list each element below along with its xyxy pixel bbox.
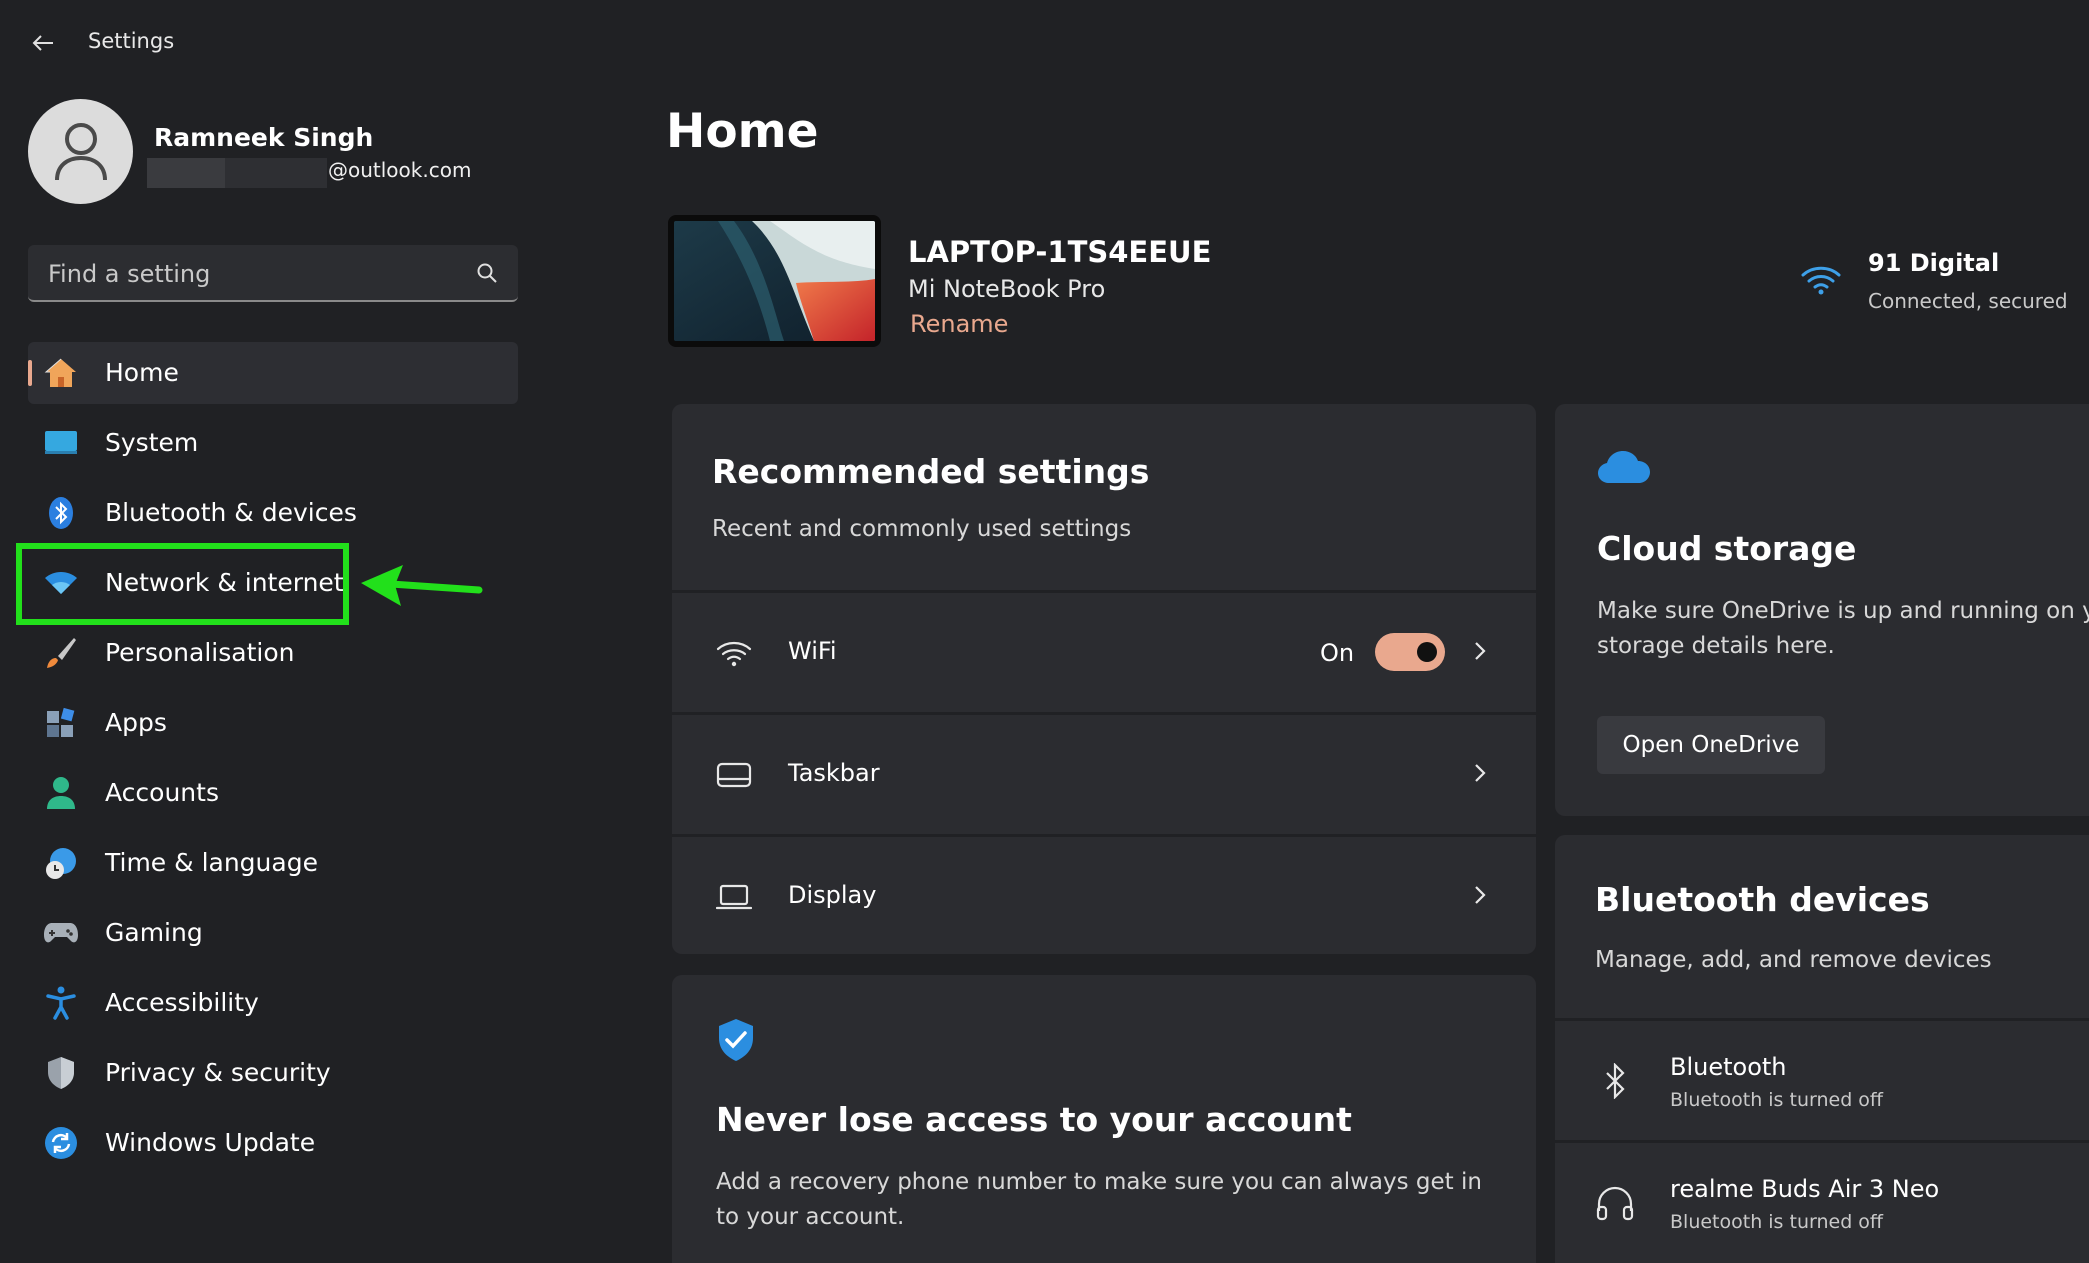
sidebar-item-accessibility[interactable]: Accessibility	[28, 972, 518, 1034]
row-label: Display	[788, 881, 877, 909]
taskbar-icon	[714, 755, 754, 795]
device-name: Bluetooth	[1670, 1053, 1787, 1081]
card-title: Bluetooth devices	[1595, 880, 1930, 919]
toggle-knob	[1417, 642, 1437, 662]
recommended-settings-card: Recommended settings Recent and commonly…	[672, 404, 1536, 954]
back-button[interactable]	[26, 26, 60, 60]
device-wallpaper	[668, 215, 881, 347]
wifi-row[interactable]: WiFi On	[672, 590, 1536, 710]
sidebar-item-label: Windows Update	[105, 1128, 316, 1157]
sidebar-item-label: System	[105, 428, 199, 457]
sidebar-item-personalisation[interactable]: Personalisation	[28, 622, 518, 684]
chevron-right-icon[interactable]	[1472, 883, 1488, 911]
sidebar-item-label: Apps	[105, 708, 167, 737]
back-arrow-icon	[32, 35, 53, 51]
row-label: WiFi	[788, 637, 837, 665]
sidebar-item-label: Gaming	[105, 918, 203, 947]
sidebar-item-label: Personalisation	[105, 638, 295, 667]
sidebar-item-label: Accounts	[105, 778, 219, 807]
update-icon	[44, 1126, 78, 1160]
bluetooth-icon	[1595, 1061, 1635, 1101]
sidebar-item-label: Time & language	[105, 848, 318, 877]
account-recovery-card: Never lose access to your account Add a …	[672, 975, 1536, 1263]
arrow-annotation	[355, 556, 485, 620]
window-title: Settings	[88, 29, 175, 53]
device-name: realme Buds Air 3 Neo	[1670, 1175, 1940, 1203]
shield-icon	[44, 1056, 78, 1090]
highlight-box	[16, 543, 349, 625]
sidebar-item-windows-update[interactable]: Windows Update	[28, 1112, 518, 1174]
sidebar-item-label: Home	[105, 358, 179, 387]
device-name: LAPTOP-1TS4EEUE	[908, 235, 1212, 269]
active-indicator	[28, 360, 32, 386]
accounts-icon	[44, 776, 78, 810]
display-row[interactable]: Display	[672, 834, 1536, 954]
device-model: Mi NoteBook Pro	[908, 275, 1106, 303]
card-text: Make sure OneDrive is up and running on …	[1597, 594, 2089, 664]
open-onedrive-button[interactable]: Open OneDrive	[1597, 716, 1825, 774]
row-label: Taskbar	[788, 759, 880, 787]
onedrive-icon	[1597, 450, 1651, 488]
taskbar-row[interactable]: Taskbar	[672, 712, 1536, 832]
card-text: Add a recovery phone number to make sure…	[716, 1169, 1482, 1230]
card-title: Recommended settings	[712, 452, 1150, 491]
device-status: Bluetooth is turned off	[1670, 1089, 1884, 1111]
sidebar-item-apps[interactable]: Apps	[28, 692, 518, 754]
sidebar-item-label: Bluetooth & devices	[105, 498, 357, 527]
profile-name: Ramneek Singh	[154, 123, 374, 152]
sidebar-item-system[interactable]: System	[28, 412, 518, 474]
bluetooth-devices-card: Bluetooth devices Manage, add, and remov…	[1555, 835, 2089, 1263]
gamepad-icon	[44, 916, 78, 950]
bluetooth-icon	[44, 496, 78, 530]
search-box[interactable]: Find a setting	[28, 245, 518, 302]
globe-clock-icon	[44, 846, 78, 880]
user-icon	[54, 122, 107, 180]
brush-icon	[44, 636, 78, 670]
home-icon	[44, 356, 78, 390]
network-status: Connected, secured	[1868, 289, 2068, 313]
bluetooth-device-row[interactable]: Bluetooth Bluetooth is turned off	[1555, 1018, 2089, 1140]
sidebar-item-privacy[interactable]: Privacy & security	[28, 1042, 518, 1104]
bluetooth-device-row[interactable]: realme Buds Air 3 Neo Bluetooth is turne…	[1555, 1140, 2089, 1262]
system-icon	[44, 426, 78, 460]
sidebar-item-bluetooth[interactable]: Bluetooth & devices	[28, 482, 518, 544]
wifi-icon	[714, 633, 754, 673]
headphones-icon	[1595, 1183, 1635, 1223]
wifi-icon	[1801, 263, 1841, 299]
card-subtitle: Recent and commonly used settings	[712, 516, 1132, 542]
apps-icon	[44, 706, 78, 740]
sidebar-item-gaming[interactable]: Gaming	[28, 902, 518, 964]
avatar[interactable]	[28, 99, 133, 204]
search-icon[interactable]	[476, 262, 498, 288]
email-redaction	[147, 158, 327, 188]
card-title: Never lose access to your account	[716, 1100, 1352, 1139]
profile-email: @outlook.com	[328, 158, 472, 182]
card-text-line: storage details here.	[1597, 633, 1835, 659]
sidebar-item-home[interactable]: Home	[28, 342, 518, 404]
card-subtitle: Manage, add, and remove devices	[1595, 947, 1992, 973]
chevron-right-icon[interactable]	[1472, 639, 1488, 667]
wifi-toggle[interactable]	[1375, 633, 1445, 671]
rename-link[interactable]: Rename	[910, 310, 1008, 338]
search-input[interactable]: Find a setting	[48, 260, 210, 288]
sidebar-item-label: Privacy & security	[105, 1058, 331, 1087]
sidebar-item-time-language[interactable]: Time & language	[28, 832, 518, 894]
page-title: Home	[666, 104, 819, 159]
accessibility-icon	[44, 986, 78, 1020]
laptop-icon	[714, 877, 754, 917]
network-name[interactable]: 91 Digital	[1868, 249, 1999, 277]
chevron-right-icon[interactable]	[1472, 761, 1488, 789]
cloud-storage-card: Cloud storage Make sure OneDrive is up a…	[1555, 404, 2089, 816]
sidebar-item-accounts[interactable]: Accounts	[28, 762, 518, 824]
device-status: Bluetooth is turned off	[1670, 1211, 1884, 1233]
card-title: Cloud storage	[1597, 529, 1857, 568]
card-text-line: Make sure OneDrive is up and running on …	[1597, 598, 2089, 624]
shield-check-icon	[716, 1017, 756, 1067]
sidebar-item-label: Accessibility	[105, 988, 259, 1017]
toggle-state-label: On	[1320, 639, 1355, 667]
